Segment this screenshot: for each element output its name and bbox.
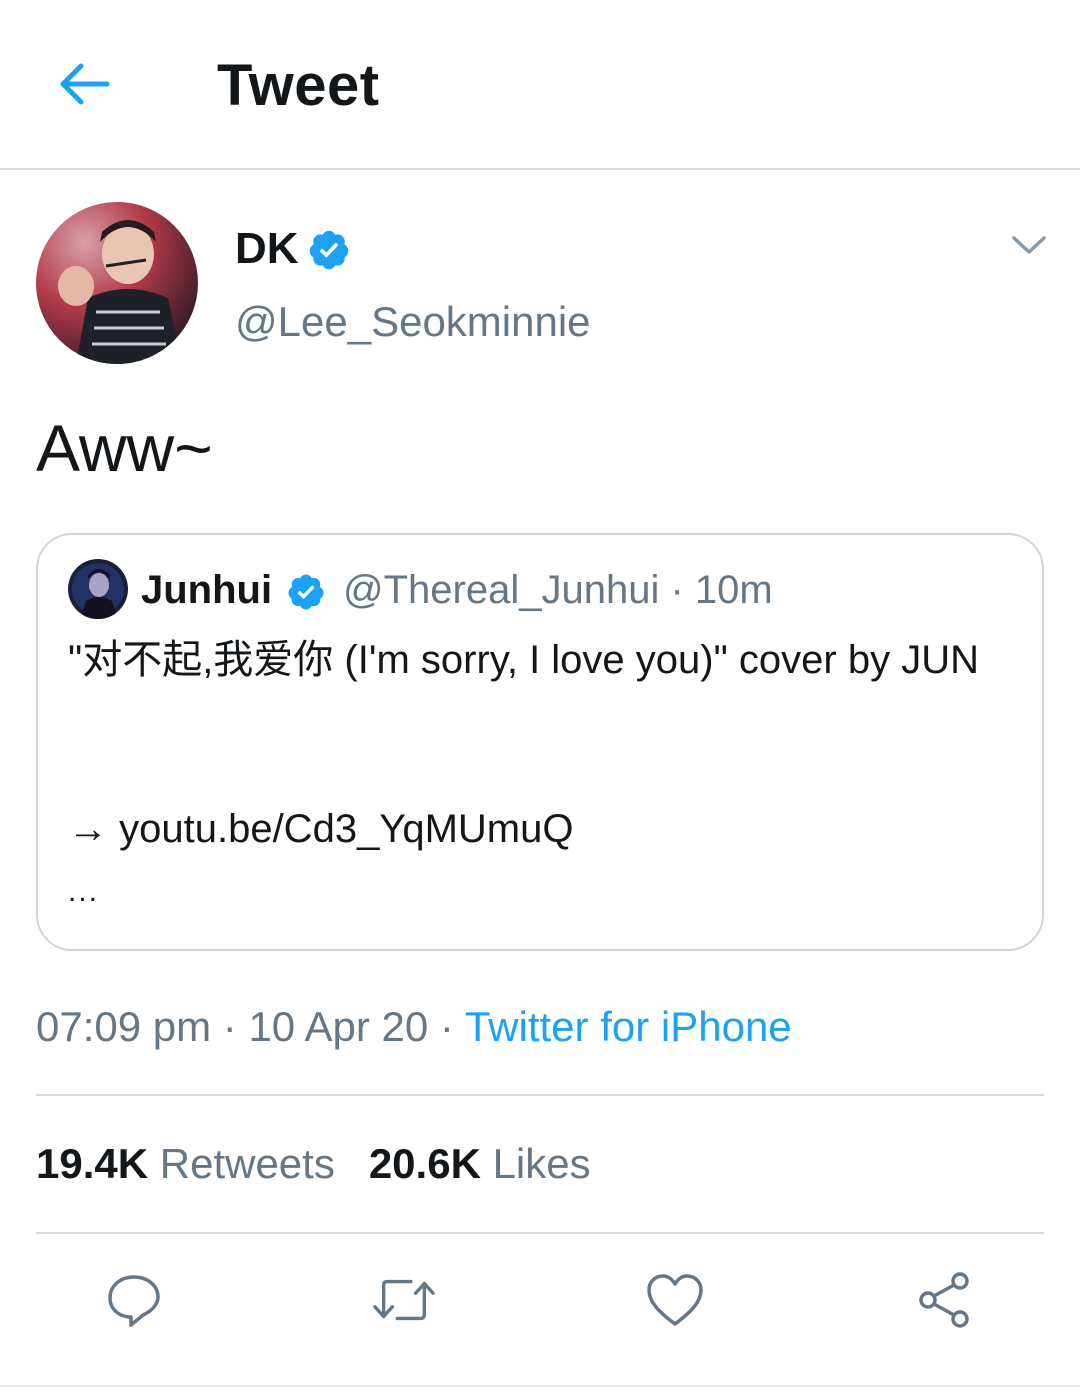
timestamp-row: 07:09 pm · 10 Apr 20 · Twitter for iPhon… bbox=[36, 1003, 792, 1051]
quoted-avatar-image bbox=[68, 559, 128, 619]
tweet-source-link[interactable]: Twitter for iPhone bbox=[465, 1003, 792, 1050]
verified-badge-icon bbox=[288, 574, 324, 610]
page-title: Tweet bbox=[217, 53, 380, 118]
divider bbox=[36, 1232, 1044, 1234]
avatar-image bbox=[36, 202, 198, 364]
likes-label: Likes bbox=[492, 1140, 591, 1187]
retweets-stat[interactable]: 19.4K Retweets bbox=[36, 1140, 335, 1187]
reply-button[interactable] bbox=[102, 1268, 166, 1332]
quoted-age: 10m bbox=[694, 568, 773, 612]
like-button[interactable] bbox=[643, 1268, 707, 1332]
tweet-date: 10 Apr 20 bbox=[248, 1003, 429, 1050]
separator: · bbox=[428, 1003, 465, 1050]
verified-badge-icon bbox=[309, 230, 349, 270]
tweet-text: Aww~ bbox=[36, 411, 213, 485]
quoted-meta: @Thereal_Junhui · 10m bbox=[343, 568, 773, 613]
divider bbox=[36, 1094, 1044, 1096]
share-button[interactable] bbox=[913, 1268, 977, 1332]
bottom-divider bbox=[0, 1385, 1080, 1387]
likes-stat[interactable]: 20.6K Likes bbox=[369, 1140, 591, 1187]
back-arrow-icon bbox=[60, 63, 110, 105]
quoted-text: "对不起,我爱你 (I'm sorry, I love you)" cover … bbox=[68, 638, 979, 682]
tweet-time: 07:09 pm bbox=[36, 1003, 212, 1050]
heart-icon bbox=[647, 1274, 703, 1326]
reply-icon bbox=[108, 1275, 160, 1327]
quoted-avatar bbox=[68, 559, 128, 619]
quoted-author-handle: @Thereal_Junhui bbox=[343, 568, 660, 612]
chevron-down-icon bbox=[1012, 236, 1046, 254]
retweets-label: Retweets bbox=[159, 1140, 335, 1187]
avatar[interactable] bbox=[36, 202, 198, 364]
top-bar: Tweet bbox=[0, 0, 1080, 170]
retweets-count: 19.4K bbox=[36, 1140, 149, 1187]
likes-count: 20.6K bbox=[368, 1140, 481, 1187]
separator: · bbox=[659, 568, 695, 612]
stats-row: 19.4K Retweets 20.6K Likes bbox=[36, 1140, 591, 1188]
quoted-author-name: Junhui bbox=[141, 568, 273, 612]
tweet-menu-button[interactable] bbox=[1008, 228, 1050, 264]
back-button[interactable] bbox=[52, 52, 116, 116]
retweet-button[interactable] bbox=[372, 1268, 436, 1332]
author-name[interactable]: DK bbox=[235, 224, 299, 274]
author-handle[interactable]: @Lee_Seokminnie bbox=[235, 298, 591, 346]
quoted-tweet-card[interactable]: Junhui @Thereal_Junhui · 10m "对不起,我爱你 (I… bbox=[36, 533, 1044, 951]
quoted-link[interactable]: → youtu.be/Cd3_YqMUmuQ bbox=[68, 807, 573, 852]
separator: · bbox=[211, 1003, 249, 1050]
retweet-icon bbox=[373, 1279, 435, 1321]
share-icon bbox=[919, 1272, 969, 1328]
quoted-ellipsis: ... bbox=[68, 875, 100, 908]
